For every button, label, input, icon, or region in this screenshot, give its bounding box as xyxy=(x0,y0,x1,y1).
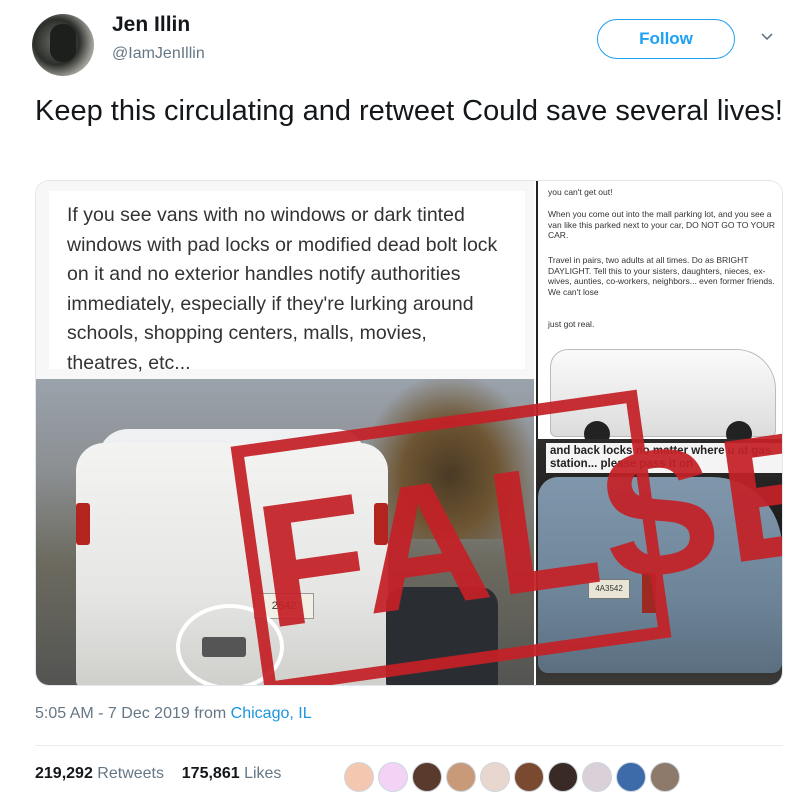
location-link[interactable]: Chicago, IL xyxy=(231,705,312,722)
tweet-text: Keep this circulating and retweet Could … xyxy=(35,95,783,127)
author-name[interactable]: Jen Illin xyxy=(112,13,190,37)
divider xyxy=(35,745,783,746)
liker-avatar[interactable] xyxy=(514,762,544,792)
tweet-stats: 219,292 Retweets 175,861 Likes xyxy=(35,765,281,783)
screenshot-text: If you see vans with no windows or dark … xyxy=(67,204,498,374)
liker-avatar[interactable] xyxy=(412,762,442,792)
text-screenshot: If you see vans with no windows or dark … xyxy=(36,181,534,379)
liker-avatar[interactable] xyxy=(582,762,612,792)
liker-avatar[interactable] xyxy=(344,762,374,792)
liker-avatar[interactable] xyxy=(480,762,510,792)
liker-avatar[interactable] xyxy=(548,762,578,792)
liker-avatar[interactable] xyxy=(378,762,408,792)
follow-button[interactable]: Follow xyxy=(597,19,735,59)
author-avatar[interactable] xyxy=(32,14,94,76)
tweet-timestamp: 5:05 AM - 7 Dec 2019 from Chicago, IL xyxy=(35,705,312,722)
liker-avatar[interactable] xyxy=(616,762,646,792)
likes-stat[interactable]: 175,861 Likes xyxy=(182,765,282,782)
liker-avatar[interactable] xyxy=(446,762,476,792)
liker-avatar[interactable] xyxy=(650,762,680,792)
taillight xyxy=(76,503,90,545)
chevron-down-icon[interactable] xyxy=(760,30,774,44)
tweet-media[interactable]: If you see vans with no windows or dark … xyxy=(35,180,783,686)
retweets-stat[interactable]: 219,292 Retweets xyxy=(35,765,164,782)
author-handle[interactable]: @IamJenIllin xyxy=(112,45,205,63)
